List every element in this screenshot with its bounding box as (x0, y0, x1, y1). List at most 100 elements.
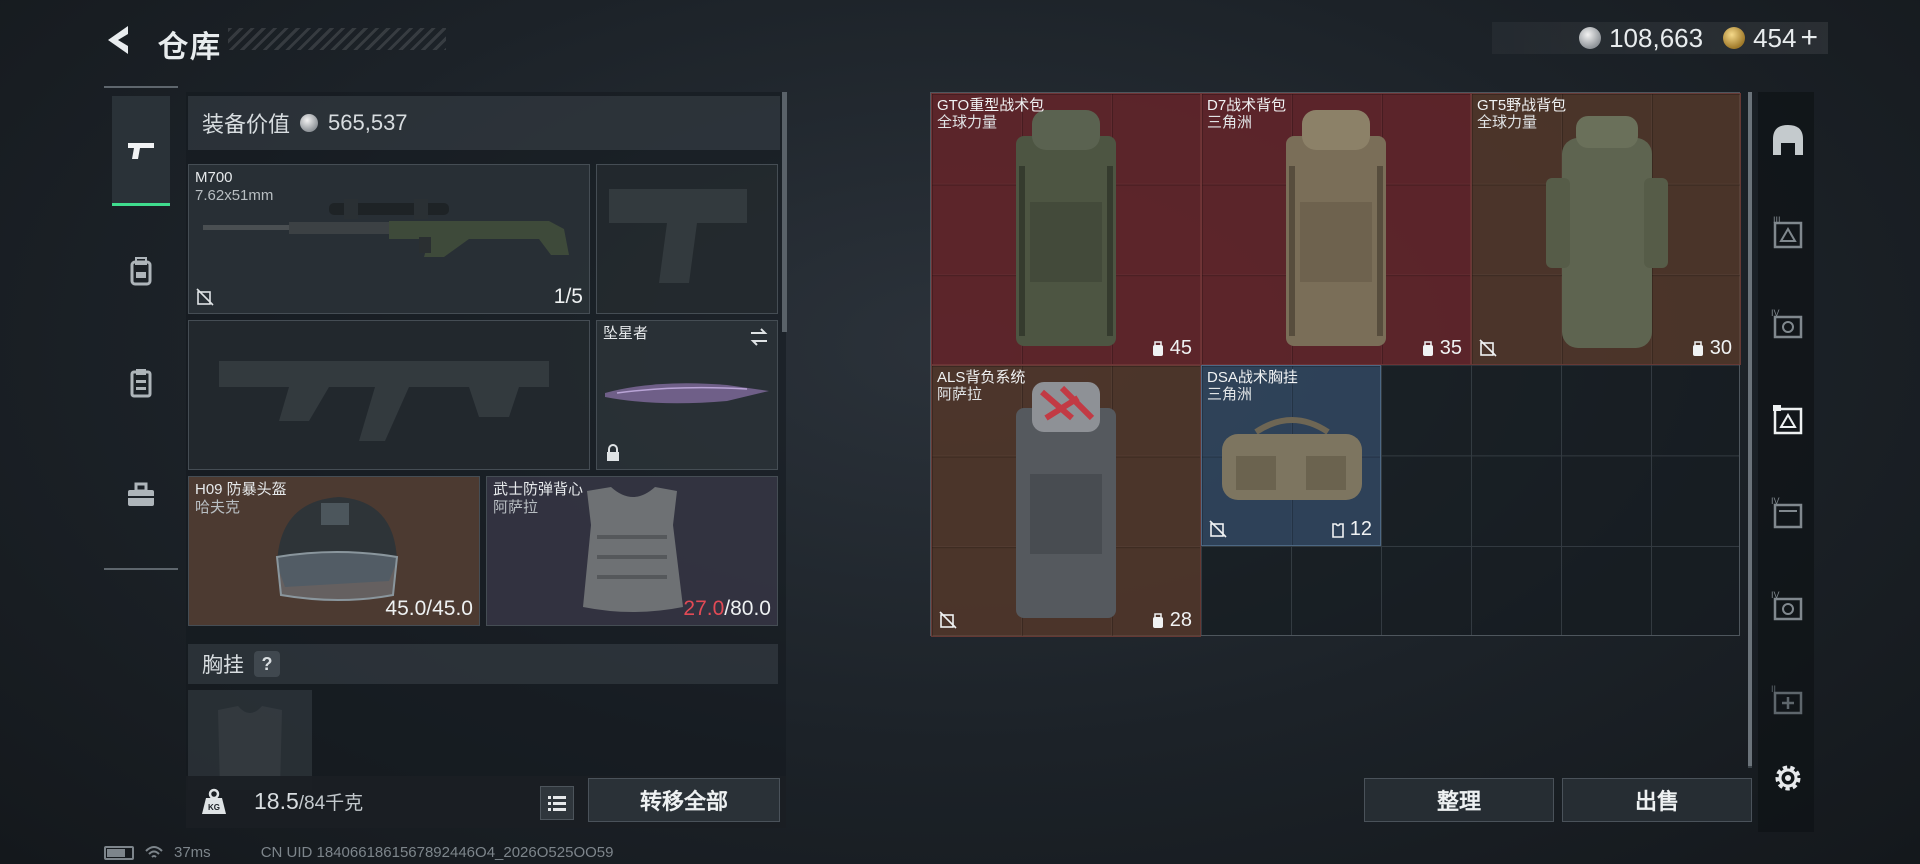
storage-scrollbar[interactable] (1748, 92, 1752, 768)
duffel-bag-image (1222, 417, 1362, 500)
storage-item-dsa-chest-rig[interactable]: DSA战术胸挂 三角洲 12 (1201, 365, 1381, 546)
list-view-button[interactable] (540, 786, 574, 820)
chest-rig-label: 胸挂 (202, 654, 244, 677)
sort-button[interactable]: 整理 (1364, 778, 1554, 822)
primary-weapon-slot[interactable]: M700 7.62x51mm 1/5 (188, 164, 590, 314)
storage-item-als-backpack[interactable]: ALS背负系统 阿萨拉 28 (931, 365, 1201, 637)
storage-tabs-nav: III IV IV IV II (1758, 92, 1814, 832)
storage-5-icon (1773, 405, 1803, 435)
page-title: 仓库 (158, 31, 222, 64)
storage-scroll-thumb[interactable] (1748, 92, 1752, 766)
storage-item-gt5-backpack[interactable]: GT5野战背包 全球力量 30 (1471, 93, 1741, 365)
backpack-image (1546, 116, 1668, 348)
storage-7-icon: IV (1771, 590, 1803, 621)
svg-text:IV: IV (1771, 308, 1780, 318)
storage-item-d7-backpack[interactable]: D7战术背包 三角洲 35 (1201, 93, 1471, 365)
armor-durability-current: 27.0 (683, 597, 725, 620)
armor-slot[interactable]: 武士防弹背心 阿萨拉 27.0/80.0 (486, 476, 778, 626)
chest-rig-slot[interactable] (188, 690, 312, 790)
pistol-placeholder-icon (609, 189, 747, 283)
weight-readout: 18.5/84千克 (254, 788, 363, 815)
backpack-image (1286, 110, 1386, 346)
capacity-icon (1152, 340, 1163, 356)
storage-tab-7[interactable]: IV (1768, 588, 1808, 628)
battery-icon (104, 845, 134, 860)
equipment-panel: 装备价值 565,537 M700 7.62x51mm 1/5 坠星者 H09 … (186, 92, 786, 828)
item-name: DSA战术胸挂 (1207, 369, 1298, 386)
no-insure-icon (196, 288, 214, 306)
helmet-durability: 45.0/45.0 (385, 597, 473, 620)
item-brand: 三角洲 (1207, 386, 1253, 403)
item-capacity: 35 (1420, 337, 1462, 360)
item-capacity-value: 30 (1709, 337, 1732, 359)
rifle-weapon-slot[interactable] (188, 320, 590, 470)
backpack-image (1016, 382, 1116, 618)
knife-image (605, 383, 769, 404)
storage-6-icon: IV (1771, 496, 1803, 529)
wifi-icon (145, 845, 163, 858)
capacity-icon (1152, 612, 1163, 628)
storage-tab-3[interactable]: III (1768, 214, 1808, 254)
gold-coin-icon (1723, 27, 1746, 49)
vest-placeholder-icon (218, 706, 282, 790)
gold-balance: 454 (1753, 22, 1797, 53)
item-capacity-value: 45 (1169, 337, 1192, 359)
helmet-slot[interactable]: H09 防暴头盔 哈夫克 45.0/45.0 (188, 476, 480, 626)
weight-bar: KG 18.5/84千克 转移全部 (186, 776, 786, 828)
item-brand: 全球力量 (1477, 114, 1538, 131)
storage-item-gto-backpack[interactable]: GTO重型战术包 全球力量 45 (931, 93, 1201, 365)
user-uid: CN UID 1840661861567892446O4_2026O525OO5… (260, 844, 614, 861)
storage-tab-5[interactable] (1768, 400, 1808, 440)
item-capacity: 45 (1150, 337, 1192, 360)
sniper-rifle-image (203, 199, 569, 257)
storage-tab-4[interactable]: IV (1768, 306, 1808, 346)
sell-button[interactable]: 出售 (1562, 778, 1752, 822)
melee-weapon-slot[interactable]: 坠星者 (596, 320, 778, 470)
item-brand: 三角洲 (1207, 114, 1253, 131)
vest-capacity-icon (1331, 522, 1344, 538)
toolbox-icon (128, 482, 154, 506)
storage-tab-equipment[interactable] (1768, 120, 1808, 160)
nav-tab-vest[interactable] (112, 328, 170, 438)
silver-coin-icon (300, 114, 319, 132)
item-name: D7战术背包 (1207, 97, 1287, 114)
storage-8-icon: II (1771, 684, 1803, 715)
item-capacity: 30 (1690, 337, 1732, 360)
ping-readout: 37ms (174, 844, 211, 861)
item-capacity: 12 (1330, 518, 1372, 541)
add-currency-button[interactable]: + (1800, 21, 1818, 55)
capacity-icon (1422, 340, 1433, 356)
svg-text:II: II (1771, 684, 1776, 694)
armor-durability-max: /80.0 (724, 597, 771, 620)
nav-tab-weapons[interactable] (112, 96, 170, 206)
settings-button[interactable] (1768, 758, 1808, 798)
back-icon[interactable] (100, 20, 140, 60)
equipment-scrollbar[interactable] (782, 92, 787, 332)
help-icon[interactable]: ? (254, 651, 280, 677)
backpack-icon (130, 257, 152, 286)
item-capacity: 28 (1150, 609, 1192, 632)
secondary-weapon-slot[interactable] (596, 164, 778, 314)
svg-text:KG: KG (208, 803, 220, 812)
transfer-all-button[interactable]: 转移全部 (588, 778, 780, 822)
item-name: GT5野战背包 (1477, 97, 1567, 114)
storage-grid: GTO重型战术包 全球力量 45 D7战术背包 三角洲 35 GT5野战背包 全… (930, 92, 1741, 637)
backpack-image (1016, 110, 1116, 346)
silver-balance: 108,663 (1609, 22, 1704, 53)
storage-tab-8[interactable]: II (1768, 682, 1808, 722)
weight-current: 18.5 (254, 788, 299, 814)
nav-tab-toolbox[interactable] (112, 440, 170, 550)
equipment-value: 565,537 (328, 110, 408, 135)
storage-tab-6[interactable]: IV (1768, 494, 1808, 534)
no-insure-icon (1209, 520, 1227, 538)
pistol-icon (128, 142, 154, 159)
svg-text:IV: IV (1771, 496, 1780, 506)
item-capacity-value: 35 (1439, 337, 1462, 359)
no-insure-icon (939, 611, 957, 629)
armor-durability: 27.0/80.0 (683, 597, 771, 621)
title-decoration (228, 28, 446, 50)
nav-tab-backpack[interactable] (112, 216, 170, 326)
item-capacity-value: 12 (1349, 518, 1372, 540)
capacity-icon (1692, 340, 1703, 356)
item-brand: 全球力量 (937, 114, 998, 131)
